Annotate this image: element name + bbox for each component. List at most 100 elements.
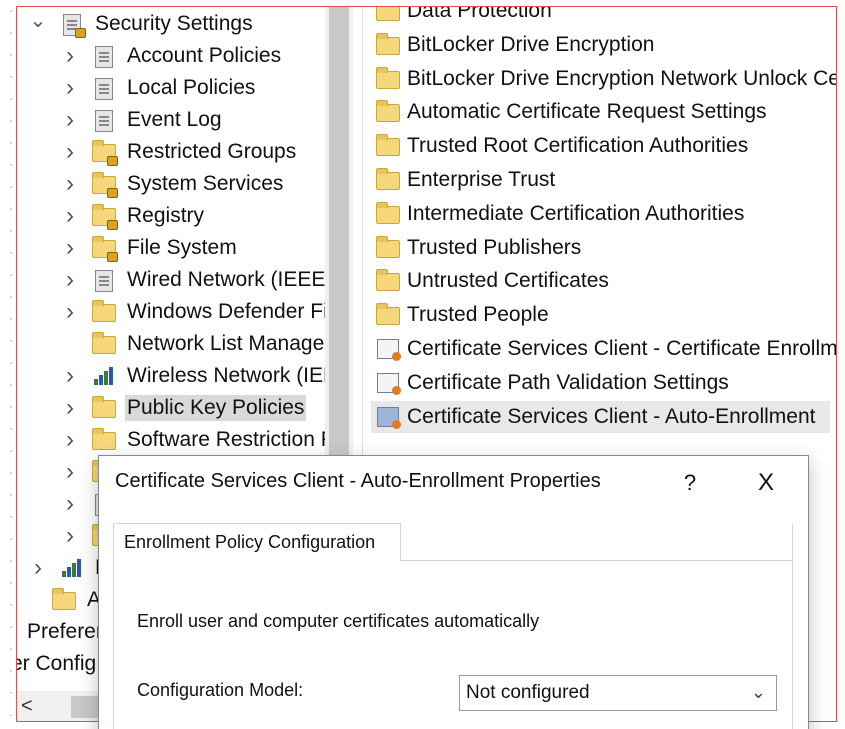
list-item[interactable]: Trusted Publishers [375,232,581,264]
chevron-right-icon[interactable]: › [61,298,79,325]
tree-item[interactable]: › Wireless Network (IEE [61,360,339,392]
tree-item[interactable]: › Wired Network (IEEE 8 [61,264,345,296]
tree-item[interactable]: Network List Manage [61,328,326,360]
list-item[interactable]: Certificate Path Validation Settings [375,367,729,399]
list-item[interactable]: BitLocker Drive Encryption Network Unloc… [375,63,837,95]
list-item-label: Certificate Services Client - Auto-Enrol… [407,404,816,428]
tree-item[interactable]: › Account Policies [61,40,283,72]
help-button[interactable]: ? [675,466,705,500]
list-item-label: Intermediate Certification Authorities [407,201,745,225]
folder-icon [91,428,117,452]
dialog-title: Certificate Services Client - Auto-Enrol… [115,470,601,492]
chevron-right-icon[interactable]: › [29,554,47,581]
certificate-blue-icon [375,405,401,429]
locked-folder-icon [91,140,118,166]
locked-folder-icon [91,204,118,230]
tree-item[interactable]: › File System [61,232,239,264]
list-item-label: Certificate Services Client - Certificat… [407,337,837,360]
chevron-right-icon[interactable]: › [61,266,79,293]
folder-icon [51,588,77,612]
tree-item-label: Windows Defender Fi [127,300,328,323]
folder-icon [375,134,401,158]
certificate-icon [375,371,401,395]
chart-icon [59,556,85,580]
configuration-model-select[interactable]: Not configured ⌄ [459,675,777,711]
list-item[interactable]: BitLocker Drive Encryption [375,29,654,61]
list-item-label: Trusted People [407,303,549,327]
folder-icon [91,396,117,420]
list-item-label: BitLocker Drive Encryption [407,32,655,56]
tree-item[interactable]: › Local Policies [61,72,257,104]
scrollbar-thumb[interactable] [329,7,349,457]
chevron-down-icon[interactable]: ⌄ [29,10,47,32]
list-item-label: Untrusted Certificates [407,269,609,293]
scroll-left-arrow-icon[interactable]: < [21,695,33,718]
chevron-right-icon[interactable]: › [61,522,79,549]
lock-doc-icon [59,12,86,38]
tree-item-label: Security Settings [95,12,253,35]
folder-icon [375,235,401,260]
chevron-right-icon[interactable]: › [61,170,79,197]
folder-icon [375,66,401,91]
tree-item-label: Software Restriction F [127,428,334,451]
scrollbar-thumb[interactable] [71,696,99,718]
chevron-right-icon[interactable]: › [61,490,79,517]
list-item-label: Data Protection [407,7,552,22]
chevron-right-icon[interactable]: › [61,426,79,453]
tree-item-label: Event Log [127,108,222,131]
list-item-label: Certificate Path Validation Settings [407,370,729,394]
chevron-right-icon[interactable]: › [61,234,79,261]
folder-icon [375,168,401,192]
properties-dialog: Certificate Services Client - Auto-Enrol… [98,455,809,729]
list-item[interactable]: Untrusted Certificates [375,265,609,297]
tree-item[interactable]: › Registry [61,200,206,232]
list-item-label: BitLocker Drive Encryption Network Unloc… [407,66,837,90]
configuration-model-label: Configuration Model: [137,680,304,700]
folder-icon [375,32,401,57]
folder-icon [375,201,401,226]
locked-folder-icon [91,236,118,262]
tree-item-label: File System [127,236,237,259]
tree-item[interactable]: › Event Log [61,104,224,136]
list-item-label: Automatic Certificate Request Settings [407,100,767,124]
tree-horizontal-scrollbar[interactable]: < [17,691,99,721]
tree-item[interactable]: Preferer [25,616,105,648]
tree-item-label: er Config [17,652,97,675]
tree-item[interactable]: › System Services [61,168,285,200]
tree-item[interactable]: ⌄ Security Settings [29,8,255,40]
doc-icon [91,108,117,132]
list-item[interactable]: Trusted Root Certification Authorities [375,130,748,162]
tree-item[interactable]: › Restricted Groups [61,136,298,168]
tree-item-label: Restricted Groups [127,140,297,163]
folder-icon [375,7,401,23]
list-item[interactable]: Certificate Services Client - Auto-Enrol… [371,400,830,433]
chevron-right-icon[interactable]: › [61,458,79,485]
tab-enrollment-policy-configuration[interactable]: Enrollment Policy Configuration [113,523,401,561]
folder-icon [375,269,401,293]
chevron-right-icon[interactable]: › [61,138,79,165]
list-item-label: Trusted Root Certification Authorities [407,134,749,158]
chevron-right-icon[interactable]: › [61,394,79,421]
list-item[interactable]: Data Protection [375,7,552,27]
chevron-right-icon[interactable]: › [61,74,79,101]
list-item[interactable]: Intermediate Certification Authorities [375,198,744,230]
chevron-right-icon[interactable]: › [61,362,79,389]
close-button[interactable]: X [749,466,783,500]
chevron-right-icon[interactable]: › [61,202,79,229]
wireless-icon [91,364,117,388]
list-item[interactable]: Automatic Certificate Request Settings [375,96,767,128]
tree-item-label: Network List Manage [127,332,325,355]
tree-item[interactable]: › Windows Defender Fi [61,296,330,328]
tree-item[interactable]: › Public Key Policies [61,392,307,424]
list-item[interactable]: Certificate Services Client - Certificat… [375,333,837,365]
tree-item-label: Wireless Network (IEE [127,364,338,387]
tree-item[interactable]: er Config [17,648,98,680]
list-item[interactable]: Trusted People [375,299,549,331]
list-item[interactable]: Enterprise Trust [375,164,555,196]
tree-item-label: Registry [127,204,205,227]
tree-item[interactable]: › Software Restriction F [61,424,336,456]
chevron-right-icon[interactable]: › [61,42,79,69]
chevron-right-icon[interactable]: › [61,106,79,133]
